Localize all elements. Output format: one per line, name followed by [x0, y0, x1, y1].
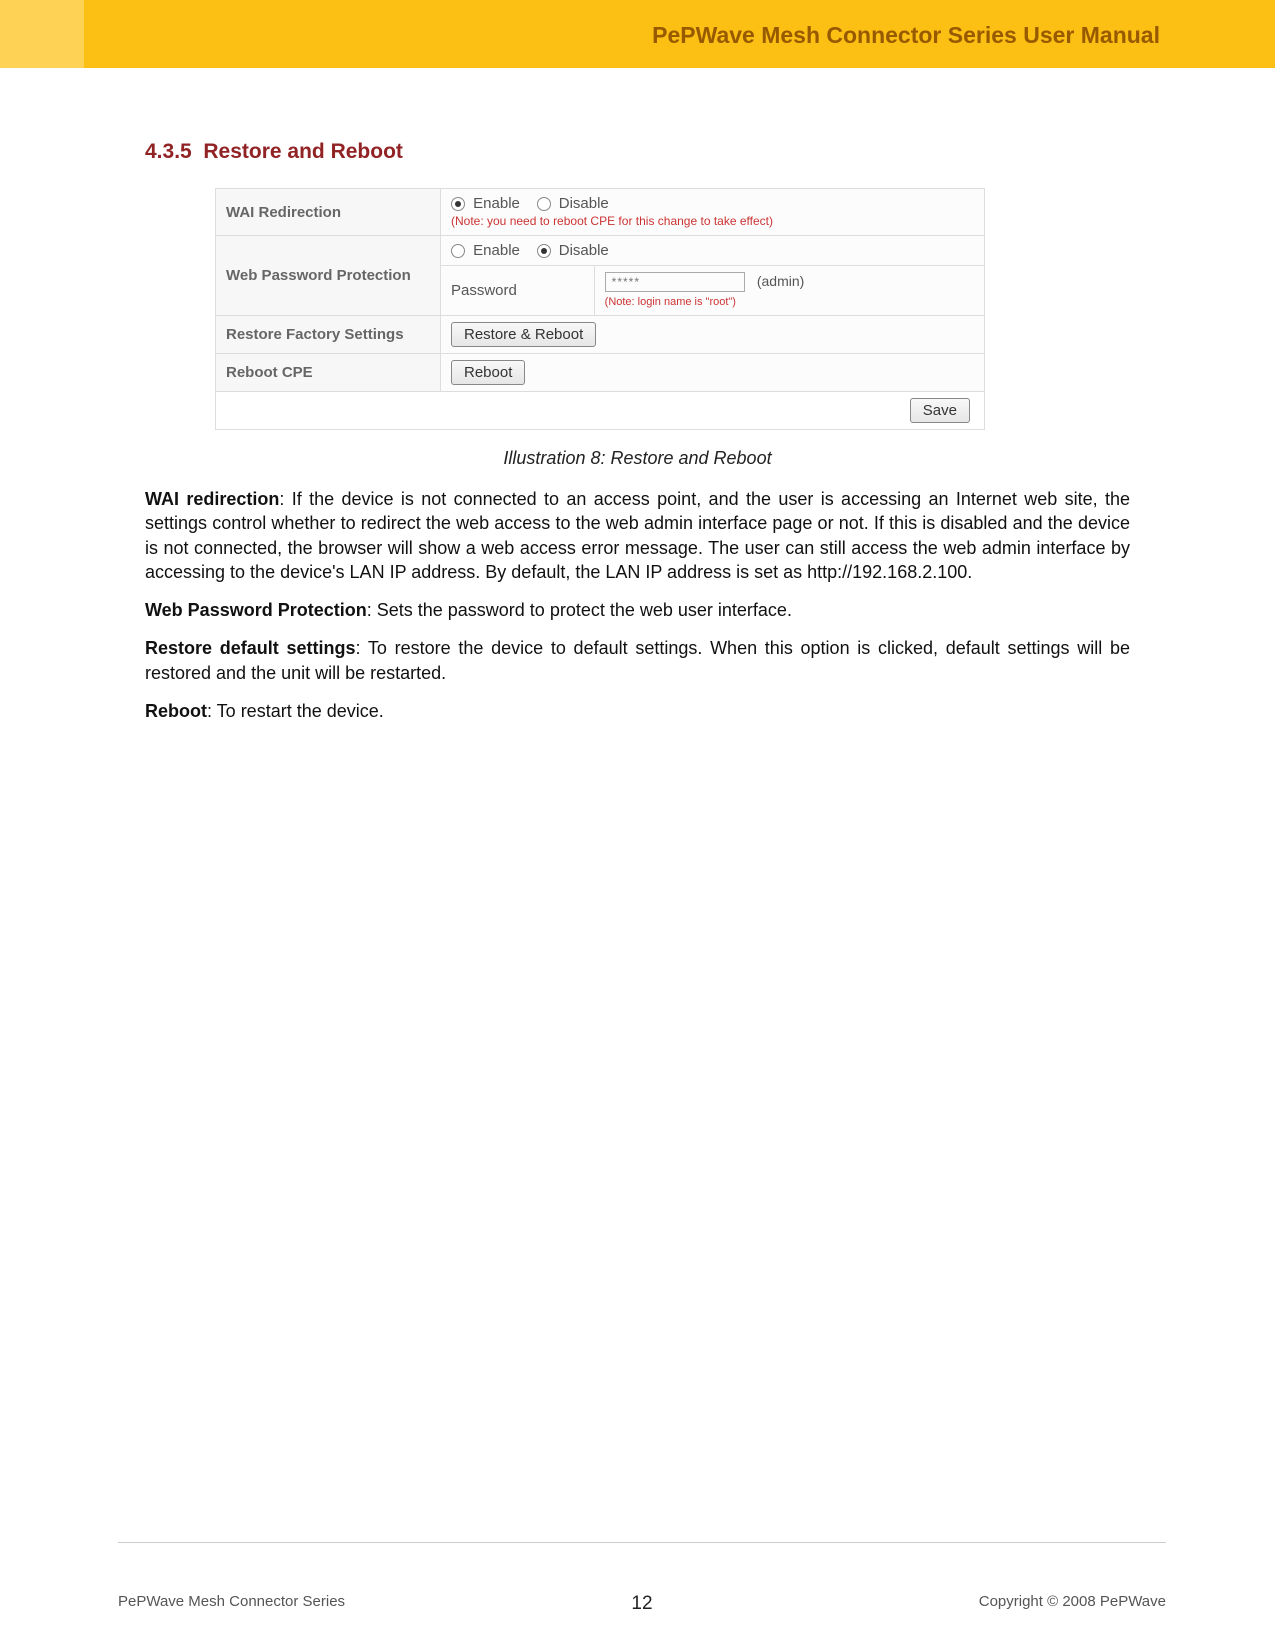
radio-wai-disable[interactable] — [537, 197, 551, 211]
webpw-radios: Enable Disable — [441, 236, 985, 266]
config-table: WAI Redirection Enable Disable (Note: yo… — [215, 188, 985, 430]
para-webpw-text: : Sets the password to protect the web u… — [367, 600, 792, 620]
password-sublabel: Password — [441, 266, 595, 316]
admin-hint: (admin) — [757, 273, 804, 289]
wai-disable-text: Disable — [559, 195, 609, 212]
webpw-disable-text: Disable — [559, 242, 609, 259]
section-heading: 4.3.5 Restore and Reboot — [145, 140, 1130, 164]
restore-cell: Restore & Reboot — [441, 316, 985, 354]
password-cell: ***** (admin) (Note: login name is "root… — [594, 266, 984, 316]
restore-reboot-button[interactable]: Restore & Reboot — [451, 322, 596, 347]
reboot-button[interactable]: Reboot — [451, 360, 525, 385]
document-title: PePWave Mesh Connector Series User Manua… — [652, 22, 1160, 49]
para-webpw-bold: Web Password Protection — [145, 600, 367, 620]
restore-label: Restore Factory Settings — [216, 316, 441, 354]
footer-divider — [118, 1542, 1166, 1543]
reboot-label: Reboot CPE — [216, 354, 441, 392]
row-restore: Restore Factory Settings Restore & Reboo… — [216, 316, 985, 354]
wai-body: Enable Disable (Note: you need to reboot… — [441, 189, 985, 236]
wai-label: WAI Redirection — [216, 189, 441, 236]
reboot-cell: Reboot — [441, 354, 985, 392]
header-accent — [0, 0, 84, 68]
password-input[interactable]: ***** — [605, 272, 745, 292]
body-text: WAI redirection: If the device is not co… — [145, 487, 1130, 723]
config-screenshot: WAI Redirection Enable Disable (Note: yo… — [215, 188, 1130, 430]
footer-right: Copyright © 2008 PePWave — [979, 1593, 1166, 1610]
para-wai-bold: WAI redirection — [145, 489, 279, 509]
login-note: (Note: login name is "root") — [605, 296, 736, 308]
row-reboot: Reboot CPE Reboot — [216, 354, 985, 392]
para-reboot: Reboot: To restart the device. — [145, 699, 1130, 723]
para-restore-bold: Restore default settings — [145, 638, 355, 658]
radio-webpw-enable[interactable] — [451, 244, 465, 258]
row-save: Save — [216, 392, 985, 430]
wai-enable-text: Enable — [473, 195, 520, 212]
para-wai-text: : If the device is not connected to an a… — [145, 489, 1130, 582]
section-number: 4.3.5 — [145, 140, 192, 163]
page-content: 4.3.5 Restore and Reboot WAI Redirection… — [145, 140, 1130, 737]
radio-webpw-disable[interactable] — [537, 244, 551, 258]
webpw-label: Web Password Protection — [216, 236, 441, 316]
section-title: Restore and Reboot — [203, 140, 403, 163]
para-reboot-bold: Reboot — [145, 701, 207, 721]
row-webpw-top: Web Password Protection Enable Disable — [216, 236, 985, 266]
para-wai: WAI redirection: If the device is not co… — [145, 487, 1130, 584]
webpw-enable-text: Enable — [473, 242, 520, 259]
save-button[interactable]: Save — [910, 398, 970, 423]
illustration-caption: Illustration 8: Restore and Reboot — [145, 448, 1130, 469]
header-bar: PePWave Mesh Connector Series User Manua… — [0, 0, 1275, 68]
save-cell: Save — [216, 392, 985, 430]
para-restore: Restore default settings: To restore the… — [145, 636, 1130, 685]
para-webpw: Web Password Protection: Sets the passwo… — [145, 598, 1130, 622]
row-wai: WAI Redirection Enable Disable (Note: yo… — [216, 189, 985, 236]
para-reboot-text: : To restart the device. — [207, 701, 384, 721]
wai-note: (Note: you need to reboot CPE for this c… — [451, 214, 773, 228]
radio-wai-enable[interactable] — [451, 197, 465, 211]
